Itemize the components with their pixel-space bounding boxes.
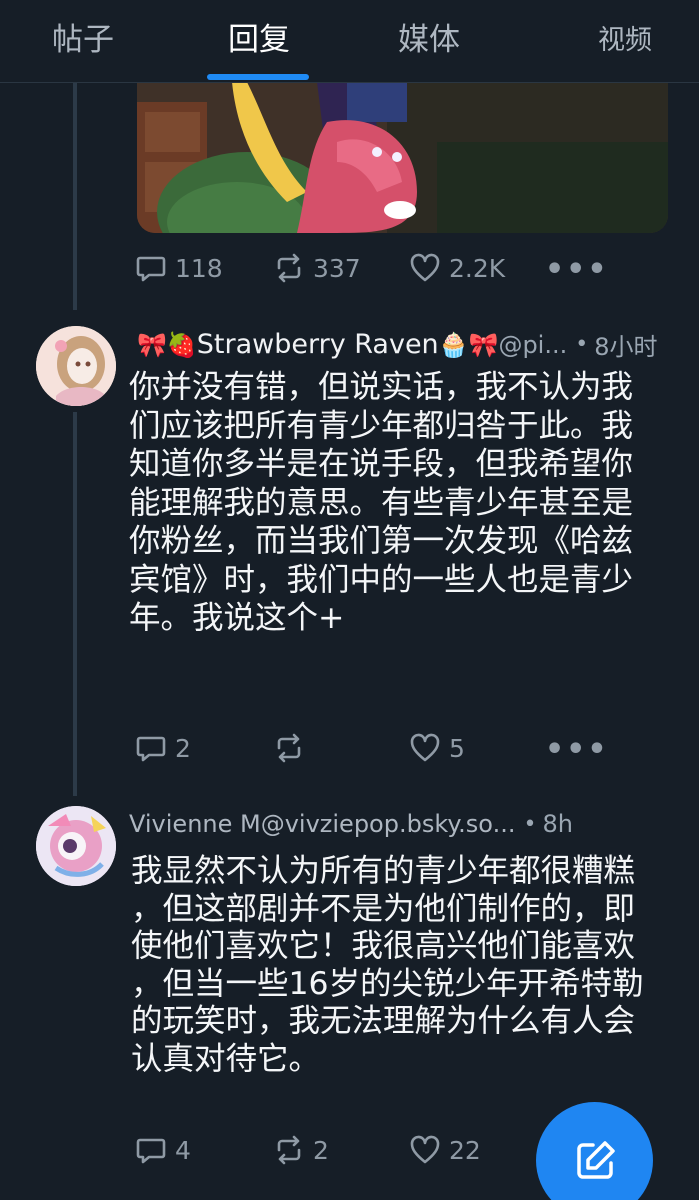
- post-line: 你并没有错，但说实话，我不认为我: [129, 369, 634, 405]
- like-count: 22: [449, 1135, 481, 1165]
- tab-replies[interactable]: 回复: [228, 14, 290, 59]
- post-line: 使他们喜欢它！我很高兴他们能喜欢: [131, 928, 636, 964]
- display-name-emoji-prefix: 🎀🍓: [137, 330, 197, 359]
- tab-bar: 帖子 回复 媒体 视频: [0, 0, 699, 83]
- cartoon-image: [137, 82, 668, 233]
- repost-count: 337: [313, 253, 361, 283]
- separator-dot: •: [575, 332, 589, 357]
- post-line: 的玩笑时，我无法理解为什么有人会: [131, 1003, 636, 1039]
- profile-replies-page: 帖子 回复 媒体 视频 118 337 2.2K ••• 🎀🍓 Strawber…: [0, 0, 699, 1200]
- reply-count: 118: [175, 253, 223, 283]
- reply-count: 4: [175, 1135, 191, 1165]
- repost-arrows-icon: [277, 733, 301, 763]
- reply-button[interactable]: 118: [135, 252, 223, 284]
- thread-line: [73, 82, 77, 310]
- post-actions: 2 5 •••: [135, 732, 615, 772]
- post-line: 宾馆》时，我们中的一些人也是青少: [129, 561, 634, 598]
- heart-icon: [410, 1135, 440, 1164]
- avatar[interactable]: [36, 806, 116, 886]
- like-button[interactable]: 5: [409, 732, 465, 764]
- post-header: Vivienne M @vivziepop.bsky.so... • 8h: [129, 810, 573, 838]
- speech-bubble-icon: [136, 1138, 166, 1164]
- like-count: 2.2K: [449, 253, 506, 283]
- post-body[interactable]: 我显然不认为所有的青少年都很糟糕 ，但这部剧并不是为他们制作的，即 使他们喜欢它…: [131, 853, 644, 1078]
- timestamp: 8h: [542, 810, 573, 838]
- post-line: 你粉丝，而当我们第一次发现《哈兹: [129, 523, 634, 559]
- repost-button[interactable]: [273, 732, 313, 764]
- tab-posts[interactable]: 帖子: [52, 14, 114, 59]
- top-post-actions: 118 337 2.2K •••: [135, 252, 615, 292]
- post-line: 年。我说这个+: [129, 600, 345, 636]
- post-header: 🎀🍓 Strawberry Raven 🧁🎀 @pi... • 8小时: [137, 327, 658, 362]
- reply-button[interactable]: 2: [135, 732, 191, 764]
- speech-bubble-icon: [136, 736, 166, 762]
- like-count: 5: [449, 733, 465, 763]
- like-button[interactable]: 2.2K: [409, 252, 505, 284]
- post-media-image[interactable]: [137, 82, 668, 233]
- heart-icon: [410, 733, 440, 762]
- reply-button[interactable]: 4: [135, 1134, 191, 1166]
- post-line: 们应该把所有青少年都归咎于此。我: [129, 407, 634, 444]
- tab-media[interactable]: 媒体: [398, 14, 460, 59]
- handle[interactable]: @pi...: [498, 331, 567, 359]
- compose-button[interactable]: [536, 1102, 653, 1200]
- avatar-image: [36, 326, 116, 406]
- compose-pencil-icon: [576, 1140, 615, 1179]
- post-line: 能理解我的意思。有些青少年甚至是: [129, 484, 634, 521]
- repost-count: 2: [313, 1135, 329, 1165]
- display-name[interactable]: Vivienne M: [129, 810, 261, 838]
- repost-arrows-icon: [277, 1135, 301, 1165]
- post-line: ，但这部剧并不是为他们制作的，即: [131, 890, 636, 927]
- separator-dot: •: [523, 811, 537, 837]
- repost-arrows-icon: [277, 253, 301, 283]
- handle[interactable]: @vivziepop.bsky.so...: [261, 810, 516, 838]
- repost-button[interactable]: 337: [273, 252, 361, 284]
- timestamp: 8小时: [594, 333, 658, 361]
- reply-count: 2: [175, 733, 191, 763]
- more-dots-icon[interactable]: •••: [545, 732, 609, 767]
- display-name[interactable]: Strawberry Raven: [197, 329, 439, 360]
- heart-icon: [410, 253, 440, 282]
- speech-bubble-icon: [136, 256, 166, 282]
- more-dots-icon[interactable]: •••: [545, 252, 609, 287]
- post-line: 我显然不认为所有的青少年都很糟糕: [131, 853, 636, 889]
- tab-videos[interactable]: 视频: [598, 18, 652, 57]
- post-line: 知道你多半是在说手段，但我希望你: [129, 446, 634, 482]
- thread-line: [73, 412, 77, 796]
- display-name-emoji-suffix: 🧁🎀: [438, 330, 499, 359]
- post-line: 认真对待它。: [131, 1040, 321, 1077]
- post-body[interactable]: 你并没有错，但说实话，我不认为我 们应该把所有青少年都归咎于此。我 知道你多半是…: [129, 368, 633, 638]
- avatar[interactable]: [36, 326, 116, 406]
- avatar-image: [36, 806, 116, 886]
- repost-button[interactable]: 2: [273, 1134, 329, 1166]
- post-line: ，但当一些16岁的尖锐少年开希特勒: [131, 965, 644, 1002]
- active-tab-indicator: [207, 74, 309, 80]
- like-button[interactable]: 22: [409, 1134, 481, 1166]
